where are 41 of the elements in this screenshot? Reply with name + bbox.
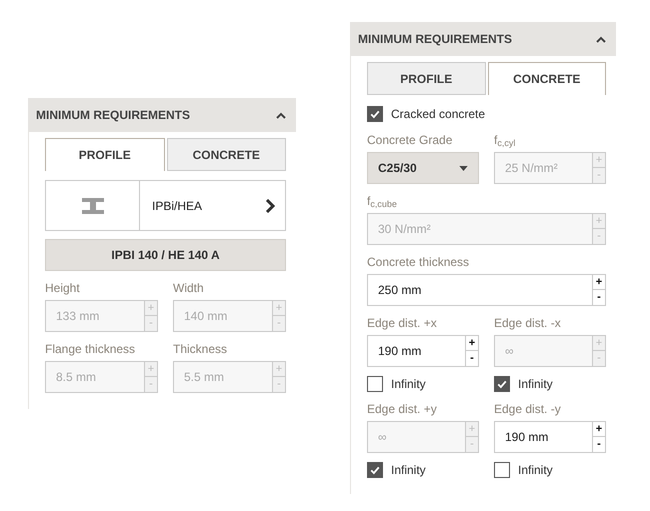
field-label: Thickness [173, 341, 228, 358]
decrement-button[interactable]: - [592, 290, 606, 306]
increment-button[interactable]: + [592, 274, 606, 290]
grade-dropdown[interactable]: C25/30 [367, 152, 479, 184]
input-field[interactable]: 250 mm [367, 274, 592, 306]
section-header[interactable]: MINIMUM REQUIREMENTS [28, 98, 296, 132]
section-header[interactable]: MINIMUM REQUIREMENTS [350, 22, 616, 56]
profile-button[interactable]: IPBI 140 / HE 140 A [45, 239, 286, 271]
field-label: Concrete Grade [367, 132, 454, 149]
field-label: Flange thickness [45, 341, 136, 358]
checkbox[interactable] [367, 376, 383, 392]
checkbox-label: Infinity [391, 462, 426, 478]
increment-button[interactable]: + [465, 335, 479, 351]
checkbox-label: Infinity [518, 376, 553, 392]
checkbox-label: Cracked concrete [391, 106, 486, 122]
tab[interactable]: PROFILE [367, 62, 486, 95]
decrement-button[interactable]: - [592, 437, 606, 453]
decrement-button[interactable]: - [465, 351, 479, 367]
field-label: Concrete thickness [367, 254, 470, 271]
field-label: Edge dist. -x [494, 315, 562, 332]
field-label: Edge dist. -y [494, 401, 562, 418]
checkbox-label: Infinity [391, 376, 426, 392]
profile-selector[interactable]: IPBi/HEA [45, 180, 286, 231]
caret-icon [459, 166, 468, 170]
chevron-right-icon [265, 198, 275, 212]
input-field[interactable]: 190 mm [494, 421, 592, 453]
checkbox-label: Infinity [518, 462, 553, 478]
input-field[interactable]: 190 mm [367, 335, 465, 367]
tab[interactable]: CONCRETE [488, 62, 606, 95]
checkbox[interactable] [367, 106, 383, 122]
tab[interactable]: CONCRETE [166, 138, 286, 171]
checkbox[interactable] [494, 462, 510, 478]
field-label: Edge dist. +y [367, 401, 438, 418]
field-label: Width [173, 280, 205, 297]
i-beam-icon [82, 198, 104, 214]
field-label: Edge dist. +x [367, 315, 438, 332]
field-label: f$_{c,cube}$ [367, 193, 398, 210]
field-label: Height [45, 280, 81, 297]
field-label: f$_{c,cyl}$ [494, 132, 516, 149]
increment-button[interactable]: + [592, 421, 606, 437]
tab[interactable]: PROFILE [45, 138, 164, 171]
